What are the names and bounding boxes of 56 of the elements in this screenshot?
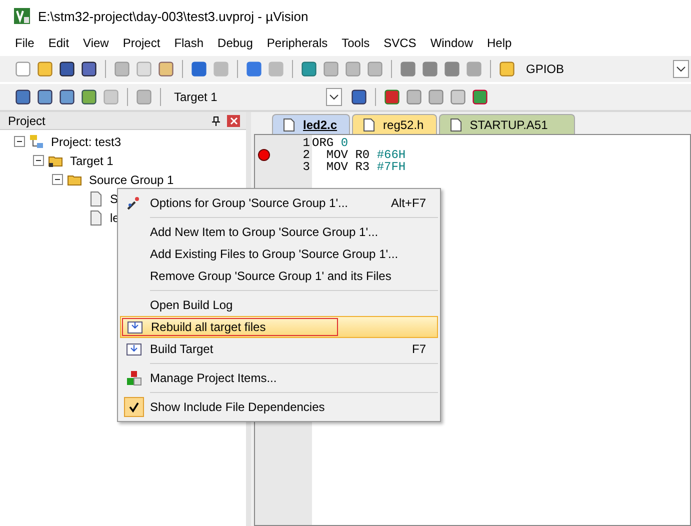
menu-item[interactable]: Window xyxy=(423,36,480,50)
menu-item[interactable]: Debug xyxy=(210,36,260,50)
file-icon xyxy=(450,118,462,132)
menu-item[interactable]: Tools xyxy=(334,36,377,50)
menu-entry[interactable]: Add New Item to Group 'Source Group 1'... xyxy=(120,221,438,243)
caret-icon xyxy=(676,66,686,72)
menu-item[interactable]: Flash xyxy=(167,36,211,50)
menu-item[interactable]: View xyxy=(76,36,116,50)
menu-entry[interactable]: Remove Group 'Source Group 1' and its Files xyxy=(120,265,438,287)
tab-label: STARTUP.A51 xyxy=(470,118,548,132)
file-tab[interactable]: led2.c xyxy=(272,114,350,134)
menu-entry[interactable]: Manage Project Items... xyxy=(120,367,438,389)
tree-item[interactable]: Source Group 1 xyxy=(87,172,174,186)
pin-icon[interactable] xyxy=(211,116,221,126)
target-select[interactable]: Target 1 xyxy=(168,88,322,106)
file-icon xyxy=(88,210,104,226)
tab-label: led2.c xyxy=(303,118,338,132)
close-button[interactable] xyxy=(227,114,240,126)
tree-item[interactable]: S xyxy=(108,192,118,206)
breakpoint-icon[interactable] xyxy=(258,149,270,161)
code-line: MOV R3 #7FH xyxy=(325,161,406,173)
menu-entry[interactable]: Options for Group 'Source Group 1'... Alt+F7 xyxy=(120,192,438,214)
window-title: E:\stm32-project\day-003\test3.uvproj - µVision xyxy=(38,8,308,24)
tree-item[interactable]: Target 1 xyxy=(68,154,114,168)
menu-item[interactable]: Help xyxy=(480,36,519,50)
menu-item[interactable]: Project xyxy=(116,36,168,50)
menu-entry[interactable]: Rebuild all target files xyxy=(120,316,438,338)
panel-title: Project xyxy=(8,114,46,128)
app-logo-icon xyxy=(14,8,30,24)
dropdown-button[interactable] xyxy=(673,60,689,78)
collapse-toggle[interactable] xyxy=(14,136,25,147)
function-combo[interactable]: GPIOB xyxy=(520,62,626,76)
file-icon xyxy=(363,118,376,132)
menu-entry[interactable]: Show Include File Dependencies xyxy=(120,396,438,418)
code-line: ORG 0 xyxy=(312,137,350,149)
line-number: 2 xyxy=(302,148,311,162)
menu-item[interactable]: Edit xyxy=(41,36,76,50)
file-tab[interactable]: reg52.h xyxy=(352,114,437,134)
code-line: MOV R0 #66H xyxy=(325,149,406,161)
tab-label: reg52.h xyxy=(383,118,424,132)
menu-entry[interactable]: Add Existing Files to Group 'Source Group 1'... xyxy=(120,243,438,265)
dropdown-button[interactable] xyxy=(326,88,342,106)
collapse-toggle[interactable] xyxy=(52,174,63,185)
file-icon xyxy=(88,190,104,206)
collapse-toggle[interactable] xyxy=(33,155,44,166)
menu-item[interactable]: SVCS xyxy=(376,36,424,50)
project-icon xyxy=(29,134,45,150)
menu-entry[interactable]: Build Target F7 xyxy=(120,338,438,360)
line-number: 1 xyxy=(302,136,311,150)
file-tab[interactable]: STARTUP.A51 xyxy=(438,114,575,134)
menu-item[interactable]: Peripherals xyxy=(260,36,335,50)
menu-entry[interactable]: Open Build Log xyxy=(120,294,438,316)
file-icon xyxy=(283,118,295,132)
menu-item[interactable]: File xyxy=(8,36,42,50)
tree-item[interactable]: Project: test3 xyxy=(49,134,122,148)
line-number: 3 xyxy=(302,160,311,174)
